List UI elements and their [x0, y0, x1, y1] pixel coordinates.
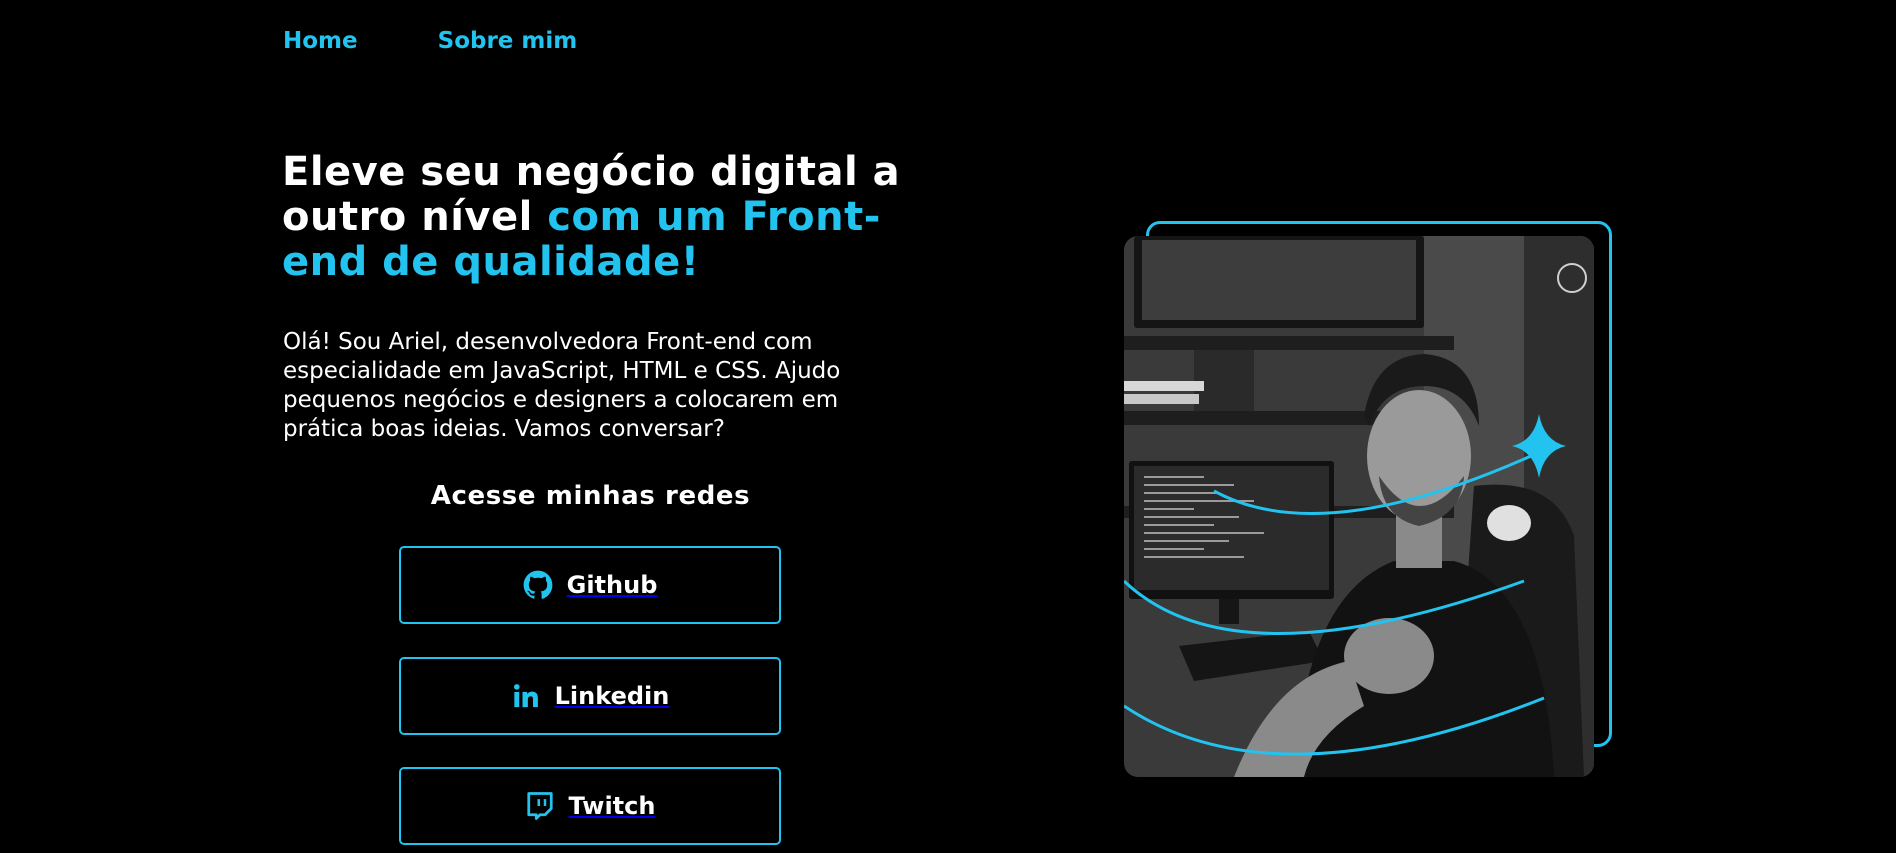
- profile-photo: [1124, 236, 1594, 777]
- twitch-icon: [525, 791, 555, 821]
- hero-intro: Olá! Sou Ariel, desenvolvedora Front-end…: [283, 329, 841, 442]
- linkedin-icon: [511, 681, 541, 711]
- linkedin-button[interactable]: Linkedin: [399, 657, 781, 735]
- github-icon: [523, 570, 553, 600]
- twitch-button[interactable]: Twitch: [399, 767, 781, 845]
- nav-about-link[interactable]: Sobre mim: [438, 28, 578, 54]
- top-nav: Home Sobre mim: [283, 28, 577, 54]
- linkedin-label: Linkedin: [554, 682, 670, 710]
- nav-home-link[interactable]: Home: [283, 28, 358, 54]
- github-label: Github: [566, 571, 658, 599]
- page: Home Sobre mim Eleve seu negócio digital…: [0, 0, 1896, 853]
- social-title: Acesse minhas redes: [430, 481, 751, 511]
- twitch-label: Twitch: [568, 792, 656, 820]
- github-button[interactable]: Github: [399, 546, 781, 624]
- hero-headline: Eleve seu negócio digital a outro nível …: [282, 150, 902, 285]
